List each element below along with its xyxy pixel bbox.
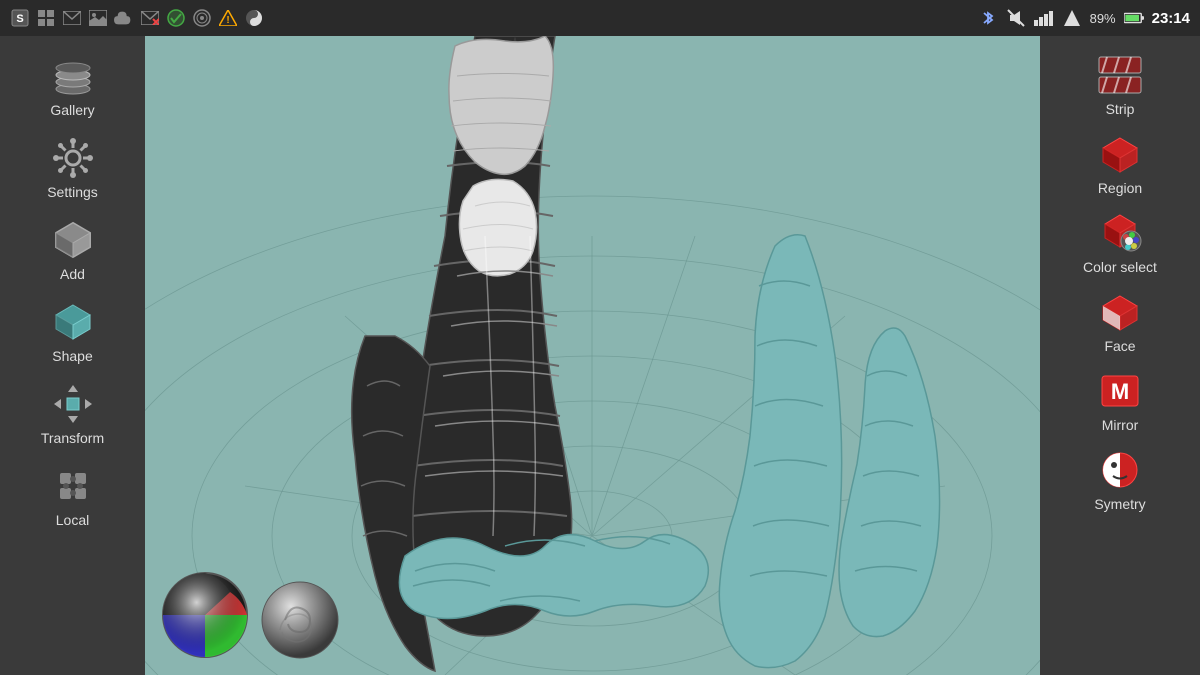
status-icon-mailx — [140, 8, 160, 28]
material-ball[interactable] — [260, 580, 340, 660]
face-icon — [1097, 289, 1143, 335]
status-icon-s: S — [10, 8, 30, 28]
add-icon — [51, 218, 95, 262]
sidebar-item-settings[interactable]: Settings — [8, 128, 138, 208]
status-icon-check — [166, 8, 186, 28]
color-sphere[interactable] — [160, 570, 250, 660]
sidebar-item-gallery[interactable]: Gallery — [8, 46, 138, 126]
left-sidebar: Gallery — [0, 36, 145, 675]
svg-text:M: M — [1111, 379, 1129, 404]
battery-percent: 89% — [1090, 11, 1116, 26]
transform-icon — [51, 382, 95, 426]
status-icon-target — [192, 8, 212, 28]
signal-icon — [1034, 8, 1054, 28]
mute-icon — [1006, 8, 1026, 28]
region-label: Region — [1098, 180, 1142, 196]
status-icon-mail — [62, 8, 82, 28]
transform-label: Transform — [41, 430, 104, 446]
right-item-strip[interactable]: Strip — [1048, 46, 1193, 123]
status-icon-image — [88, 8, 108, 28]
region-icon — [1097, 131, 1143, 177]
local-icon — [51, 464, 95, 508]
right-item-symetry[interactable]: Symetry — [1048, 441, 1193, 518]
shape-icon — [51, 300, 95, 344]
symetry-icon — [1097, 447, 1143, 493]
strip-label: Strip — [1106, 101, 1135, 117]
gallery-icon — [51, 54, 95, 98]
sidebar-item-local[interactable]: Local — [8, 456, 138, 536]
bluetooth-icon — [978, 8, 998, 28]
gallery-label: Gallery — [50, 102, 94, 118]
right-item-face[interactable]: Face — [1048, 283, 1193, 360]
face-label: Face — [1104, 338, 1135, 354]
add-label: Add — [60, 266, 85, 282]
battery-icon — [1124, 8, 1144, 28]
status-icon-yin — [244, 8, 264, 28]
sidebar-item-add[interactable]: Add — [8, 210, 138, 290]
sidebar-item-transform[interactable]: Transform — [8, 374, 138, 454]
status-icon-warning: ! — [218, 8, 238, 28]
sidebar-item-shape[interactable]: Shape — [8, 292, 138, 372]
right-sidebar: Strip Region — [1040, 36, 1200, 675]
network-icon — [1062, 8, 1082, 28]
settings-icon — [51, 136, 95, 180]
shape-label: Shape — [52, 348, 92, 364]
strip-icon — [1097, 52, 1143, 98]
main-canvas[interactable] — [145, 36, 1040, 675]
status-icon-cloud — [114, 8, 134, 28]
settings-label: Settings — [47, 184, 98, 200]
svg-text:!: ! — [226, 15, 229, 26]
right-item-mirror[interactable]: M Mirror — [1048, 362, 1193, 439]
time-display: 23:14 — [1152, 10, 1190, 27]
symetry-label: Symetry — [1094, 496, 1145, 512]
color-select-icon — [1097, 210, 1143, 256]
svg-text:S: S — [16, 13, 23, 25]
color-select-label: Color select — [1083, 259, 1157, 275]
mirror-label: Mirror — [1102, 417, 1139, 433]
right-item-color-select[interactable]: Color select — [1048, 204, 1193, 281]
right-item-region[interactable]: Region — [1048, 125, 1193, 202]
status-icons-right: 89% 23:14 — [978, 8, 1190, 28]
local-label: Local — [56, 512, 89, 528]
status-bar: S — [0, 0, 1200, 36]
mirror-icon: M — [1097, 368, 1143, 414]
status-icons-left: S — [10, 8, 264, 28]
status-icon-grid — [36, 8, 56, 28]
